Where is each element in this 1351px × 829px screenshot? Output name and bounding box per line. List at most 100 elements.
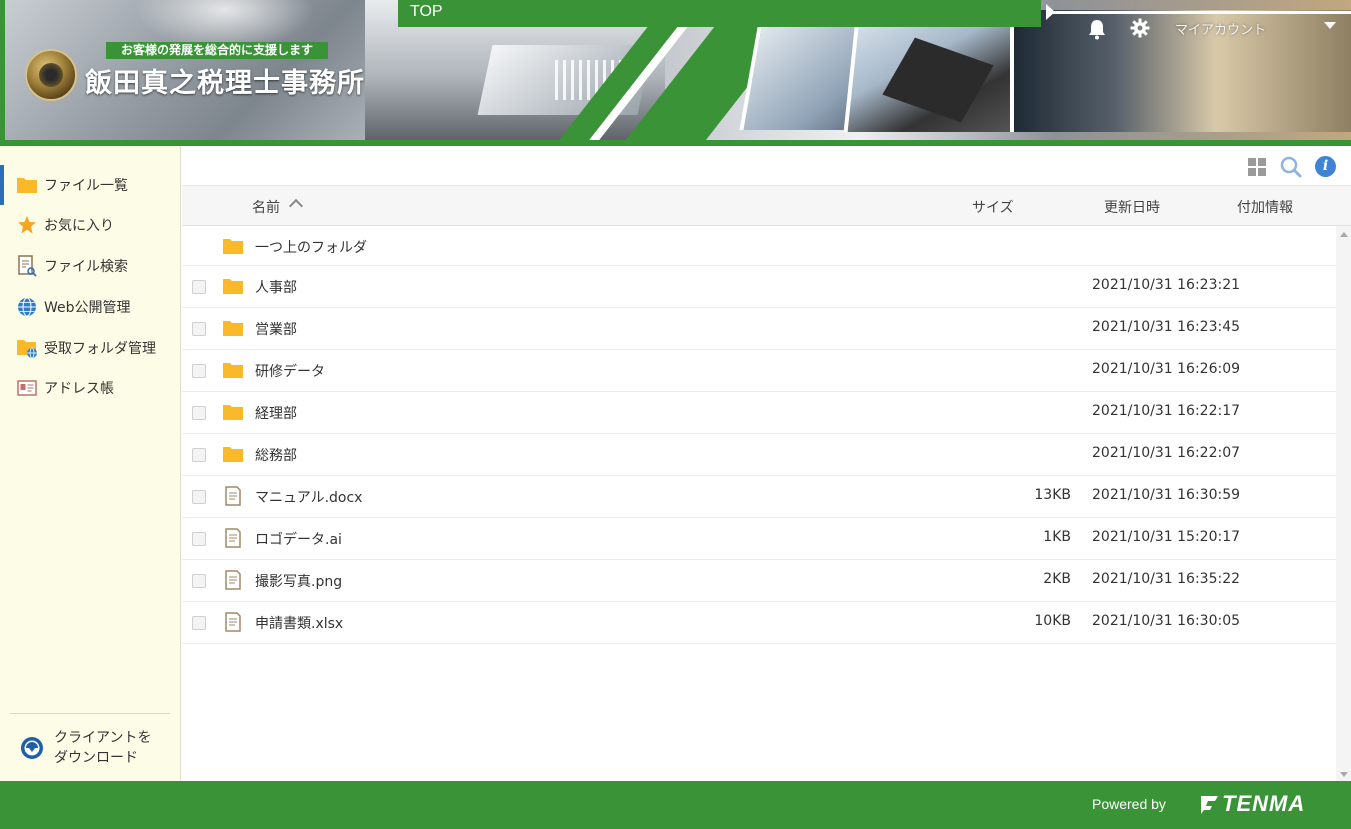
table-row[interactable]: マニュアル.docx 13KB 2021/10/31 16:30:59 — [182, 476, 1336, 518]
document-icon — [225, 486, 241, 506]
file-name[interactable]: 総務部 — [255, 445, 297, 465]
sidebar-item-receive-folder[interactable]: 受取フォルダ管理 — [0, 328, 181, 368]
breadcrumb: TOP — [398, 0, 1041, 27]
footer: Powered by TENMA — [0, 781, 1351, 829]
sidebar-item-file-search[interactable]: ファイル検索 — [0, 246, 181, 286]
sidebar-item-label: アドレス帳 — [44, 381, 114, 397]
file-name[interactable]: ロゴデータ.ai — [255, 529, 342, 549]
download-client-button[interactable]: クライアントを ダウンロード — [20, 727, 170, 769]
file-name[interactable]: 営業部 — [255, 319, 297, 339]
table-row[interactable]: 申請書類.xlsx 10KB 2021/10/31 16:30:05 — [182, 602, 1336, 644]
sidebar-item-address-book[interactable]: アドレス帳 — [0, 368, 181, 408]
row-checkbox[interactable] — [192, 616, 206, 630]
table-header: 名前 サイズ 更新日時 付加情報 — [182, 186, 1351, 226]
row-checkbox[interactable] — [192, 280, 206, 294]
company-name: 飯田真之税理士事務所 — [85, 68, 365, 99]
globe-icon — [16, 296, 38, 318]
emblem-logo — [25, 49, 77, 101]
tenma-logo-icon — [1201, 796, 1218, 814]
file-name[interactable]: 申請書類.xlsx — [255, 613, 343, 633]
table-row[interactable]: 経理部 2021/10/31 16:22:17 — [182, 392, 1336, 434]
folder-icon — [223, 405, 243, 420]
file-list: 一つ上のフォルダ 人事部 2021/10/31 16:23:21 営業部 202… — [182, 226, 1336, 781]
table-row[interactable]: 総務部 2021/10/31 16:22:07 — [182, 434, 1336, 476]
file-modified: 2021/10/31 16:35:22 — [1092, 571, 1241, 587]
column-modified-header[interactable]: 更新日時 — [1104, 197, 1160, 217]
header-divider — [1050, 11, 1351, 14]
star-icon — [16, 214, 38, 236]
column-extra-header[interactable]: 付加情報 — [1237, 197, 1293, 217]
file-modified: 2021/10/31 16:30:05 — [1092, 613, 1241, 629]
logo-panel: お客様の発展を総合的に支援します 飯田真之税理士事務所 — [0, 0, 365, 140]
search-icon[interactable] — [1280, 156, 1302, 178]
file-name[interactable]: 人事部 — [255, 277, 297, 297]
info-icon[interactable]: i — [1315, 156, 1336, 177]
folder-icon — [16, 174, 38, 196]
bell-icon[interactable] — [1088, 18, 1106, 40]
row-checkbox[interactable] — [192, 406, 206, 420]
my-account-menu[interactable]: マイアカウント — [1175, 19, 1266, 38]
scroll-down-icon[interactable] — [1340, 772, 1348, 777]
file-size: 2KB — [1043, 571, 1071, 587]
parent-folder-row[interactable]: 一つ上のフォルダ — [182, 226, 1336, 266]
parent-folder-name: 一つ上のフォルダ — [255, 240, 367, 256]
document-icon — [225, 612, 241, 632]
grid-view-icon[interactable] — [1248, 158, 1266, 176]
file-modified: 2021/10/31 16:23:21 — [1092, 277, 1241, 293]
file-size: 1KB — [1043, 529, 1071, 545]
row-checkbox[interactable] — [192, 532, 206, 546]
file-search-icon — [16, 255, 38, 277]
folder-icon — [223, 239, 243, 254]
file-modified: 2021/10/31 16:22:07 — [1092, 445, 1241, 461]
file-name[interactable]: 研修データ — [255, 361, 325, 381]
scroll-up-icon[interactable] — [1340, 232, 1348, 237]
row-checkbox[interactable] — [192, 448, 206, 462]
file-size: 13KB — [1034, 487, 1071, 503]
table-row[interactable]: 撮影写真.png 2KB 2021/10/31 16:35:22 — [182, 560, 1336, 602]
sidebar-item-label: ファイル検索 — [44, 259, 128, 275]
file-modified: 2021/10/31 15:20:17 — [1092, 529, 1241, 545]
chevron-down-icon[interactable] — [1324, 22, 1336, 29]
folder-icon — [223, 363, 243, 378]
breadcrumb-top[interactable]: TOP — [410, 3, 443, 21]
row-checkbox[interactable] — [192, 322, 206, 336]
sidebar: ファイル一覧 お気に入り ファイル検索 Web公開管理 受取フォルダ管理 アドレ… — [0, 146, 181, 781]
file-name[interactable]: 撮影写真.png — [255, 571, 342, 591]
document-icon — [225, 570, 241, 590]
table-row[interactable]: ロゴデータ.ai 1KB 2021/10/31 15:20:17 — [182, 518, 1336, 560]
file-name[interactable]: マニュアル.docx — [255, 487, 362, 507]
row-checkbox[interactable] — [192, 574, 206, 588]
client-download-icon — [21, 737, 43, 759]
sidebar-item-web-publish[interactable]: Web公開管理 — [0, 287, 181, 327]
toolbar: i — [182, 146, 1351, 186]
tagline: お客様の発展を総合的に支援します — [106, 42, 328, 59]
header: お客様の発展を総合的に支援します 飯田真之税理士事務所 TOP マイアカウント — [0, 0, 1351, 146]
table-row[interactable]: 人事部 2021/10/31 16:23:21 — [182, 266, 1336, 308]
sidebar-item-file-list[interactable]: ファイル一覧 — [0, 165, 181, 205]
file-name[interactable]: 経理部 — [255, 403, 297, 423]
download-client-label: クライアントを ダウンロード — [54, 728, 151, 768]
column-size-header[interactable]: サイズ — [972, 197, 1014, 217]
table-row[interactable]: 研修データ 2021/10/31 16:26:09 — [182, 350, 1336, 392]
table-row[interactable]: 営業部 2021/10/31 16:23:45 — [182, 308, 1336, 350]
gear-icon[interactable] — [1130, 18, 1150, 38]
file-modified: 2021/10/31 16:23:45 — [1092, 319, 1241, 335]
row-checkbox[interactable] — [192, 490, 206, 504]
tenma-brand[interactable]: TENMA — [1222, 791, 1305, 817]
folder-icon — [223, 321, 243, 336]
scrollbar[interactable] — [1336, 226, 1351, 781]
sidebar-item-favorites[interactable]: お気に入り — [0, 205, 181, 245]
address-card-icon — [16, 377, 38, 399]
sort-ascending-icon[interactable] — [288, 198, 304, 214]
file-modified: 2021/10/31 16:22:17 — [1092, 403, 1241, 419]
sidebar-item-label: お気に入り — [44, 218, 114, 234]
divider — [10, 713, 170, 714]
sidebar-item-label: ファイル一覧 — [44, 178, 128, 194]
download-line-2: ダウンロード — [54, 750, 138, 766]
file-modified: 2021/10/31 16:30:59 — [1092, 487, 1241, 503]
row-checkbox[interactable] — [192, 364, 206, 378]
sidebar-item-label: Web公開管理 — [44, 300, 131, 316]
column-name-header[interactable]: 名前 — [252, 197, 280, 217]
sidebar-item-label: 受取フォルダ管理 — [44, 341, 156, 357]
folder-icon — [223, 447, 243, 462]
